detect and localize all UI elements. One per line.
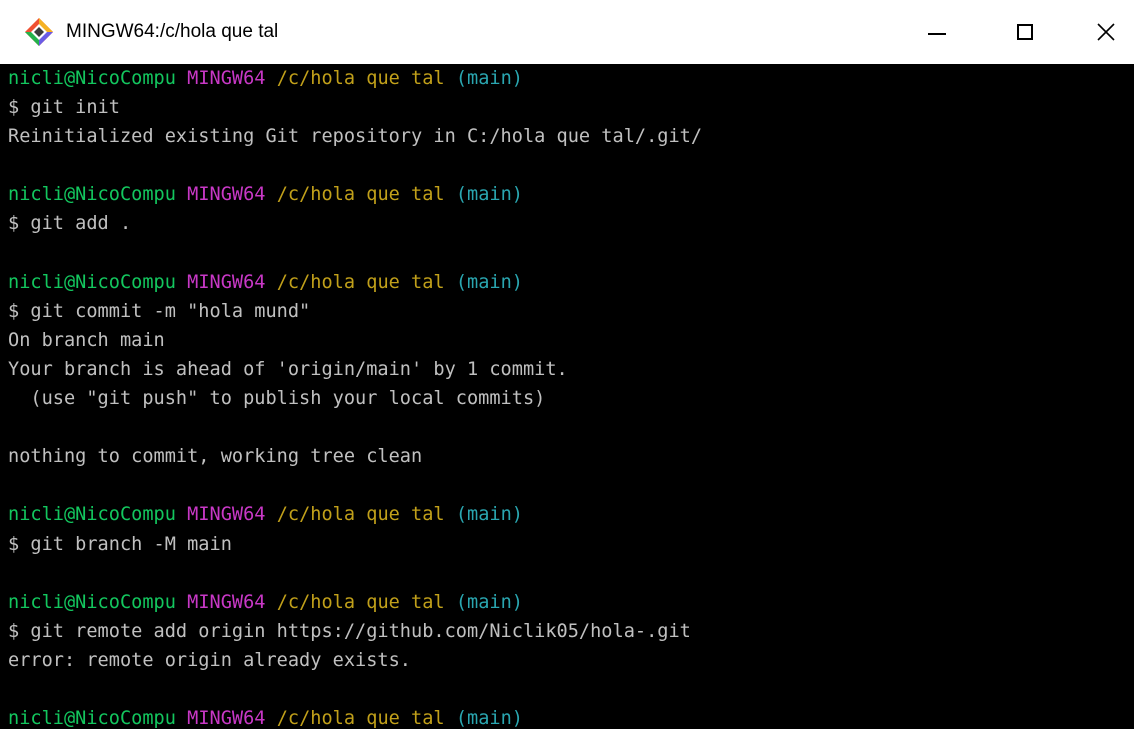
terminal-window: MINGW64:/c/hola que tal nicli@NicoCompu …	[0, 0, 1134, 729]
prompt-line: nicli@NicoCompu MINGW64 /c/hola que tal …	[8, 268, 702, 297]
prompt-line: nicli@NicoCompu MINGW64 /c/hola que tal …	[8, 704, 702, 729]
close-icon	[1097, 23, 1115, 41]
prompt-path: /c/hola que tal	[276, 591, 445, 613]
prompt-system: MINGW64	[187, 504, 266, 526]
prompt-line: nicli@NicoCompu MINGW64 /c/hola que tal …	[8, 588, 702, 617]
prompt-user-host: nicli@NicoCompu	[8, 271, 176, 293]
close-button[interactable]	[1078, 0, 1134, 64]
prompt-line: nicli@NicoCompu MINGW64 /c/hola que tal …	[8, 500, 702, 529]
prompt-path: /c/hola que tal	[276, 184, 445, 206]
command-line: $ git commit -m "hola mund"	[8, 300, 311, 322]
output-line: Reinitialized existing Git repository in…	[8, 126, 703, 148]
prompt-line: nicli@NicoCompu MINGW64 /c/hola que tal …	[8, 64, 702, 93]
prompt-branch: (main)	[455, 184, 523, 206]
command-line: $ git remote add origin https://github.c…	[8, 620, 691, 642]
prompt-branch: (main)	[455, 271, 523, 293]
prompt-branch: (main)	[455, 591, 523, 613]
prompt-system: MINGW64	[187, 68, 266, 89]
prompt-path: /c/hola que tal	[276, 271, 445, 293]
prompt-system: MINGW64	[187, 591, 266, 613]
prompt-user-host: nicli@NicoCompu	[8, 591, 176, 613]
title-bar[interactable]: MINGW64:/c/hola que tal	[0, 0, 1134, 64]
command-line: $ git init	[8, 97, 120, 119]
prompt-user-host: nicli@NicoCompu	[8, 184, 176, 206]
prompt-system: MINGW64	[187, 271, 266, 293]
output-line: error: remote origin already exists.	[8, 649, 411, 671]
prompt-path: /c/hola que tal	[276, 68, 445, 89]
prompt-branch: (main)	[455, 504, 523, 526]
prompt-user-host: nicli@NicoCompu	[8, 504, 176, 526]
command-line: $ git branch -M main	[8, 533, 232, 555]
prompt-user-host: nicli@NicoCompu	[8, 68, 176, 89]
prompt-system: MINGW64	[187, 184, 266, 206]
prompt-path: /c/hola que tal	[276, 504, 445, 526]
terminal-lines: nicli@NicoCompu MINGW64 /c/hola que tal …	[8, 64, 702, 729]
terminal-output-area[interactable]: nicli@NicoCompu MINGW64 /c/hola que tal …	[0, 64, 1134, 729]
prompt-branch: (main)	[455, 68, 523, 89]
output-line: Your branch is ahead of 'origin/main' by…	[8, 358, 568, 380]
window-title: MINGW64:/c/hola que tal	[66, 21, 279, 42]
command-line: $ git add .	[8, 213, 132, 235]
prompt-branch: (main)	[455, 708, 523, 729]
prompt-path: /c/hola que tal	[276, 708, 445, 729]
prompt-system: MINGW64	[187, 708, 266, 729]
git-bash-icon	[25, 18, 53, 46]
maximize-icon	[1017, 24, 1033, 40]
output-line: (use "git push" to publish your local co…	[8, 388, 546, 410]
minimize-button[interactable]	[902, 0, 972, 64]
maximize-button[interactable]	[990, 0, 1060, 64]
prompt-line: nicli@NicoCompu MINGW64 /c/hola que tal …	[8, 180, 702, 209]
output-line: nothing to commit, working tree clean	[8, 446, 423, 468]
output-line: On branch main	[8, 329, 165, 351]
prompt-user-host: nicli@NicoCompu	[8, 708, 176, 729]
minimize-icon	[928, 33, 946, 35]
